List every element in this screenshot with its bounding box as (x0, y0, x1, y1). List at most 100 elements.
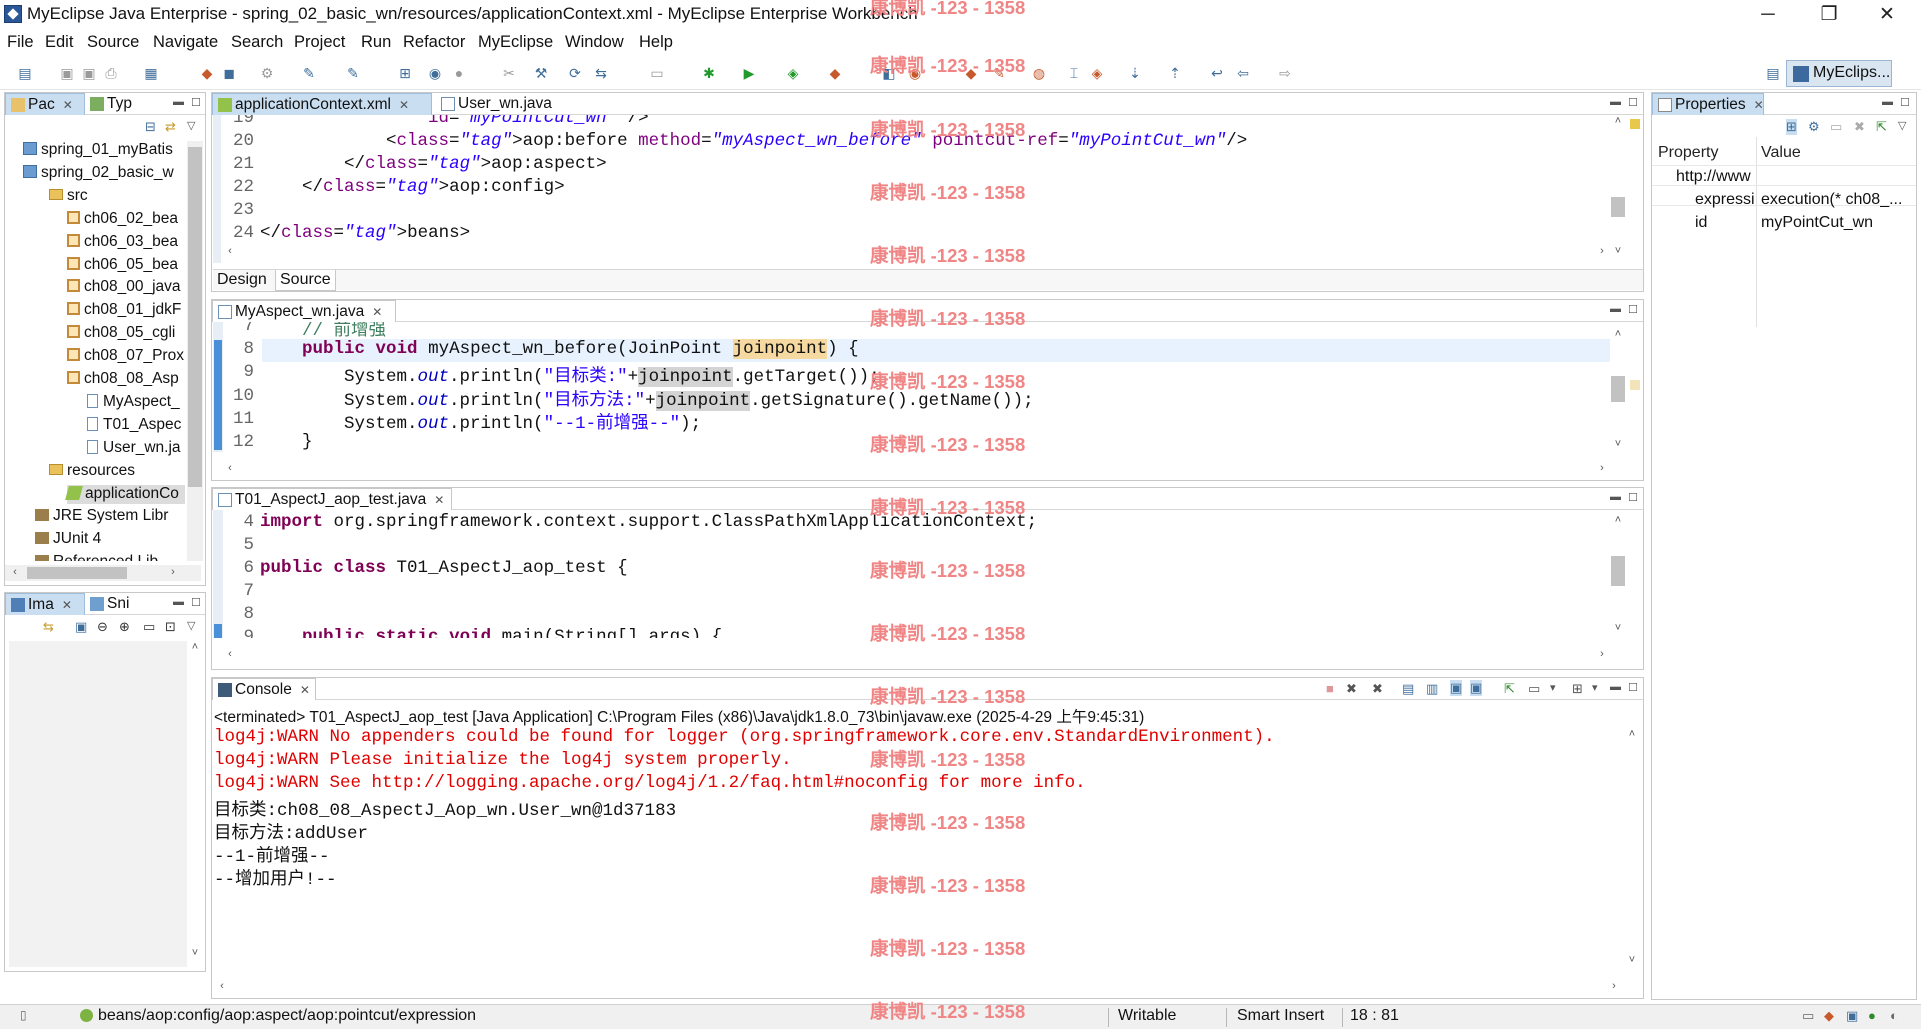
view-menu-icon[interactable]: ▽ (187, 619, 195, 632)
tree-item-xml[interactable]: applicationCo (65, 484, 185, 504)
tab-snippets[interactable]: Sni (85, 593, 155, 615)
view-menu-icon[interactable]: ▾ (1592, 681, 1598, 694)
display-console-icon[interactable]: ▭ (1528, 681, 1540, 697)
property-value-expression[interactable]: execution(* ch08_... (1761, 191, 1911, 209)
scroll-up-icon[interactable]: ˄ (1610, 514, 1626, 526)
code-line[interactable]: import org.springframework.context.suppo… (260, 512, 1037, 532)
image-scrollbar[interactable]: ˄ ˅ (187, 641, 203, 967)
property-value-id[interactable]: myPointCut_wn (1761, 214, 1873, 232)
annotation-icon[interactable]: ✎ (990, 64, 1008, 82)
tab-t01-aspectj-aop-test-java[interactable]: T01_AspectJ_aop_test.java ✕ (212, 488, 452, 510)
code-line[interactable]: System.out.println("目标方法:"+joinpoint.get… (260, 386, 1034, 411)
scroll-right-icon[interactable]: › (1594, 462, 1610, 474)
tray-icon-5[interactable]: ◐ (1890, 1008, 1898, 1023)
code-line[interactable]: } (260, 432, 313, 452)
pin-console-icon[interactable]: ⇱ (1504, 681, 1515, 697)
browser-icon[interactable]: ◉ (426, 64, 444, 82)
tray-icon-4[interactable]: ● (1868, 1008, 1876, 1023)
debug-icon[interactable]: ✱ (700, 64, 718, 82)
prev-annotation-icon[interactable]: ⇡ (1166, 64, 1184, 82)
show-stdout-icon[interactable]: ▣ (1450, 680, 1463, 696)
value-column-header[interactable]: Value (1761, 144, 1801, 162)
tree-item-java[interactable]: T01_Aspec (87, 416, 181, 435)
tree-hscrollbar[interactable]: ‹ › (5, 565, 201, 581)
pin-icon[interactable]: ⇱ (1876, 119, 1887, 135)
maximize-view-icon[interactable]: ☐ (191, 96, 201, 109)
tab-applicationcontext-xml[interactable]: applicationContext.xml ✕ (212, 93, 432, 115)
tree-item-lib[interactable]: JUnit 4 (35, 530, 101, 549)
tab-user-wn-java[interactable]: User_wn.java (436, 93, 586, 115)
scroll-left-icon[interactable]: ‹ (7, 566, 23, 578)
tree-item-package[interactable]: ch08_05_cgli (67, 324, 175, 343)
save-all-icon[interactable]: ▣ (80, 64, 98, 82)
aspect-hscrollbar[interactable]: ‹ › (222, 462, 1610, 478)
open-task-icon[interactable]: ◆ (962, 64, 980, 82)
restore-button[interactable]: ❐ (1806, 0, 1852, 30)
tree-item-folder[interactable]: src (49, 187, 88, 206)
connect-icon[interactable]: ⇆ (592, 64, 610, 82)
code-line[interactable]: public static void main(String[] args) { (260, 627, 722, 638)
code-line[interactable]: System.out.println("目标类:"+joinpoint.getT… (260, 362, 880, 388)
tree-item-java[interactable]: MyAspect_ (87, 393, 180, 412)
tree-item-package[interactable]: ch06_05_bea (67, 256, 178, 275)
new-class-icon[interactable]: ◧ (880, 64, 898, 82)
scroll-lock-icon[interactable]: ▥ (1426, 681, 1438, 697)
toggle-mark-icon[interactable]: ⌶ (1065, 64, 1083, 82)
scroll-left-icon[interactable]: ‹ (222, 648, 238, 660)
tree-item-package[interactable]: ch08_08_Asp (67, 370, 179, 389)
tab-image-preview[interactable]: Ima ✕ (5, 593, 85, 615)
show-stderr-icon[interactable]: ▣ (1470, 680, 1483, 696)
run-config-icon[interactable]: ◈ (784, 64, 802, 82)
maximize-editor-icon[interactable]: ☐ (1628, 303, 1638, 316)
tab-package-explorer[interactable]: Pac ✕ (5, 93, 85, 115)
scroll-left-icon[interactable]: ‹ (222, 245, 238, 257)
open-resource-icon[interactable]: ◼ (220, 64, 238, 82)
minimize-editor-icon[interactable]: ▬ (1610, 303, 1621, 315)
zoom-in-icon[interactable]: ⊕ (119, 619, 130, 635)
tab-design[interactable]: Design (217, 271, 267, 289)
menu-source[interactable]: Source (87, 33, 139, 52)
tree-item-package[interactable]: ch08_07_Prox (67, 347, 184, 366)
open-console-icon[interactable]: ⊞ (1572, 681, 1583, 697)
code-line[interactable]: id="myPointCut_wn" /> (260, 115, 649, 128)
menu-run[interactable]: Run (361, 33, 391, 52)
actual-size-icon[interactable]: ▭ (143, 619, 155, 635)
code-line[interactable]: </class="tag">aop:config> (260, 177, 565, 197)
monitor-icon[interactable]: ▭ (648, 64, 666, 82)
console-hscrollbar[interactable]: ‹ › (212, 980, 1624, 996)
fit-icon[interactable]: ▣ (75, 619, 87, 635)
menu-help[interactable]: Help (639, 33, 673, 52)
scroll-up-icon[interactable]: ˄ (1610, 115, 1626, 127)
tray-icon-3[interactable]: ▣ (1846, 1008, 1858, 1024)
tree-item-lib[interactable]: JRE System Libr (35, 507, 168, 526)
tab-source[interactable]: Source (275, 270, 336, 291)
minimize-view-icon[interactable]: ▬ (1610, 681, 1621, 693)
close-icon[interactable]: ✕ (1754, 98, 1764, 112)
occurrence-marker[interactable] (1630, 380, 1640, 390)
next-annotation-icon[interactable]: ⇣ (1126, 64, 1144, 82)
db-icon[interactable]: ⊞ (396, 64, 414, 82)
menu-search[interactable]: Search (231, 33, 283, 52)
menu-refactor[interactable]: Refactor (403, 33, 465, 52)
close-icon[interactable]: ✕ (399, 98, 409, 112)
scroll-left-icon[interactable]: ‹ (222, 462, 238, 474)
display-console-dropdown-icon[interactable]: ▾ (1550, 681, 1556, 694)
remove-property-icon[interactable]: ✖ (1854, 119, 1865, 135)
remove-launch-icon[interactable]: ✖ (1346, 681, 1357, 697)
test-hscrollbar[interactable]: ‹ › (222, 648, 1610, 664)
close-icon[interactable]: ✕ (434, 493, 444, 507)
print-icon[interactable]: ⎙ (102, 64, 120, 82)
run-icon[interactable]: ▶ (740, 64, 758, 82)
minimize-view-icon[interactable]: ▬ (173, 596, 184, 608)
fast-view-icon[interactable]: ▯ (20, 1008, 27, 1022)
restore-default-icon[interactable]: ▭ (1830, 119, 1842, 135)
scroll-left-icon[interactable]: ‹ (214, 980, 230, 992)
test-scrollbar[interactable]: ˄ ˅ (1610, 510, 1626, 638)
maximize-view-icon[interactable]: ☐ (1900, 96, 1910, 109)
property-column-header[interactable]: Property (1658, 144, 1718, 162)
tree-item-package[interactable]: ch08_01_jdkF (67, 301, 181, 320)
code-line[interactable]: </class="tag">aop:aspect> (260, 154, 607, 174)
scroll-up-icon[interactable]: ˄ (1624, 728, 1640, 740)
property-name-expression[interactable]: expressi (1695, 191, 1755, 209)
close-icon[interactable]: ✕ (372, 305, 382, 319)
